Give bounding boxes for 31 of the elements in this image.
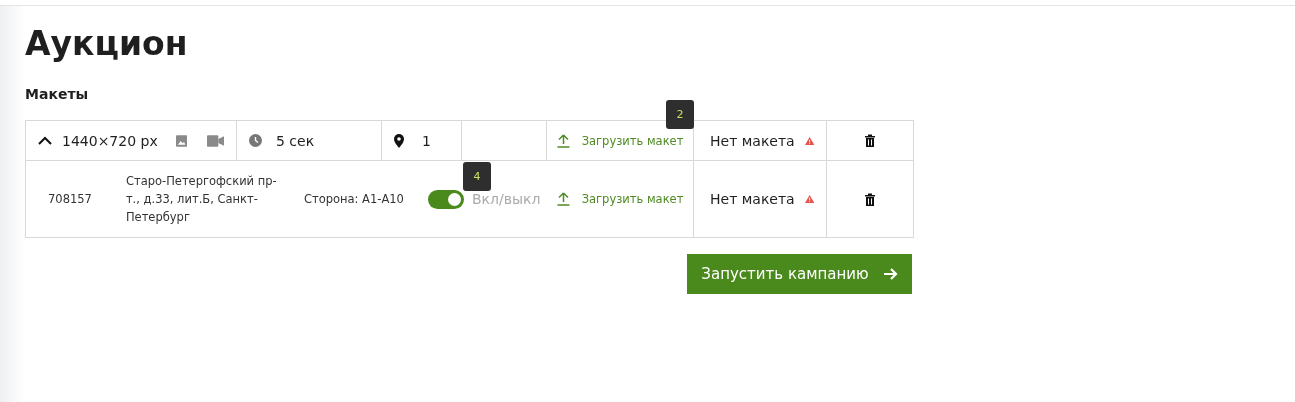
warning-icon	[804, 134, 814, 147]
id-text: 708157	[48, 191, 92, 208]
duration-text: 5 сек	[276, 132, 315, 149]
toggle-label: Вкл/выкл	[471, 191, 541, 207]
location-count: 1	[422, 132, 431, 149]
warning-icon	[804, 193, 814, 205]
toggle-switch[interactable]	[427, 189, 464, 209]
trash-icon	[864, 134, 876, 147]
upload-icon	[556, 133, 570, 148]
upload-button[interactable]: Загрузить макет	[556, 133, 684, 148]
delete-button[interactable]	[864, 134, 876, 147]
video-camera-icon	[207, 134, 224, 147]
upload-icon	[556, 192, 570, 206]
number-badge: 2	[666, 100, 694, 129]
launch-campaign-button[interactable]: Запустить кампанию	[687, 254, 912, 294]
status-text: Нет макета	[710, 191, 795, 207]
number-badge: 4	[463, 162, 491, 191]
delete-button[interactable]	[864, 192, 876, 206]
status-text: Нет макета	[710, 132, 795, 149]
page-title: Аукцион	[25, 23, 189, 65]
clock-icon	[249, 134, 262, 147]
trash-icon	[864, 192, 876, 206]
section-title: Макеты	[25, 86, 90, 102]
address-text: Старо-Петергофский пр-т., д.33, лит.Б, Санкт-Петербург	[125, 173, 278, 226]
collapse-button[interactable]	[38, 136, 52, 145]
size-text: 1440×720 px	[62, 132, 158, 149]
arrow-right-icon	[882, 267, 898, 281]
location-pin-icon	[394, 133, 404, 148]
side-text: Сторона: А1-А10	[303, 191, 404, 208]
image-icon	[175, 134, 187, 147]
upload-button[interactable]: Загрузить макет	[556, 192, 684, 206]
